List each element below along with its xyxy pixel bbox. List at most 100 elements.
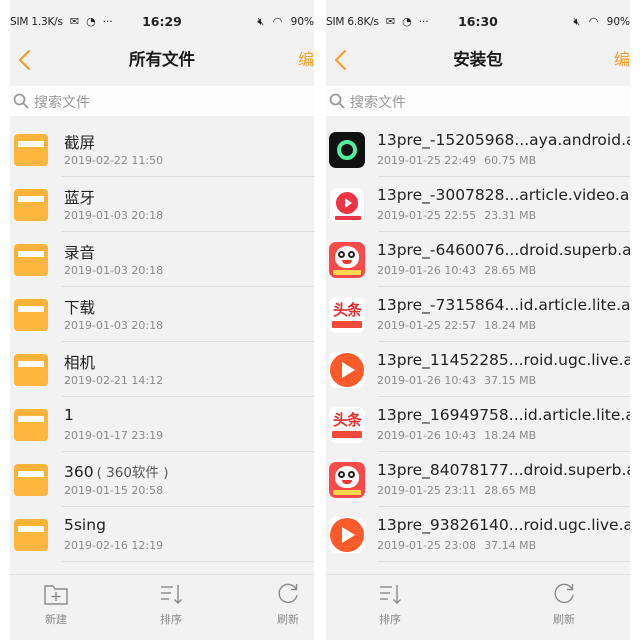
- package-date: 2019-01-26 10:43: [377, 429, 477, 442]
- folder-name: 录音: [64, 244, 96, 262]
- headline-app-icon: 头条: [329, 297, 365, 333]
- new-folder-label: 新建: [45, 613, 67, 626]
- folder-alias: ( 360软件 ): [96, 465, 169, 481]
- folder-name: 下载: [64, 299, 96, 317]
- package-size: 18.24 MB: [484, 429, 537, 442]
- folder-date: 2019-02-21 14:12: [64, 374, 164, 387]
- sort-label: 排序: [160, 613, 182, 626]
- list-item[interactable]: 13pre_11452285...roid.ugc.live.apk 2019-…: [326, 342, 630, 397]
- battery-level: 90%: [290, 16, 314, 28]
- sort-icon: [380, 585, 401, 604]
- list-item[interactable]: 360( 360软件 ) 2019-01-15 20:58: [10, 452, 314, 507]
- refresh-label: 刷新: [277, 613, 299, 626]
- search-icon: [13, 93, 29, 109]
- list-item[interactable]: 截屏 2019-02-22 11:50: [10, 122, 314, 177]
- title-bar: 所有文件 编: [10, 38, 314, 80]
- list-item[interactable]: 1 2019-01-17 23:19: [10, 397, 314, 452]
- package-name: 13pre_84078177...droid.superb.apk: [377, 461, 630, 479]
- sort-button[interactable]: 排序: [360, 581, 420, 635]
- folder-name: 1: [64, 406, 74, 424]
- folder-icon: [14, 242, 48, 276]
- edit-button[interactable]: 编: [614, 46, 630, 70]
- package-name: 13pre_-7315864...id.article.lite.apk: [377, 296, 630, 314]
- refresh-button[interactable]: 刷新: [258, 581, 314, 635]
- search-placeholder: 搜索文件: [34, 95, 90, 111]
- search-input[interactable]: 搜索文件: [10, 86, 314, 116]
- package-date: 2019-01-26 10:43: [377, 264, 477, 277]
- package-date: 2019-01-25 22:57: [377, 319, 477, 332]
- list-item[interactable]: 13pre_93826140...roid.ugc.live.apk 2019-…: [326, 507, 630, 562]
- list-item[interactable]: 13pre_-3007828...article.video.apk 2019-…: [326, 177, 630, 232]
- flame-play-app-icon: [329, 352, 365, 388]
- headline-app-icon: 头条: [329, 407, 365, 443]
- refresh-icon: [554, 583, 574, 604]
- video-play-app-icon: [329, 187, 365, 223]
- folder-icon: [14, 407, 48, 441]
- folder-icon: [14, 132, 48, 166]
- refresh-button[interactable]: 刷新: [534, 581, 594, 635]
- folder-date: 2019-01-03 20:18: [64, 209, 164, 222]
- package-name: 13pre_11452285...roid.ugc.live.apk: [377, 351, 630, 369]
- folder-date: 2019-01-03 20:18: [64, 319, 164, 332]
- folder-name: 相机: [64, 354, 96, 372]
- package-size: 60.75 MB: [484, 154, 537, 167]
- folder-name: 360: [64, 463, 94, 481]
- folder-list: 截屏 2019-02-22 11:50 蓝牙 2019-01-03 20:18 …: [10, 122, 314, 562]
- cartoon-face-app-icon: [329, 462, 365, 498]
- folder-date: 2019-01-15 20:58: [64, 484, 164, 497]
- list-item[interactable]: 蓝牙 2019-01-03 20:18: [10, 177, 314, 232]
- bottom-toolbar: 排序 刷新: [326, 574, 630, 640]
- list-item[interactable]: 头条 13pre_-7315864...id.article.lite.apk …: [326, 287, 630, 342]
- package-name: 13pre_93826140...roid.ugc.live.apk: [377, 516, 630, 534]
- edit-button[interactable]: 编: [298, 46, 314, 70]
- list-item[interactable]: 头条 13pre_16949758...id.article.lite.apk …: [326, 397, 630, 452]
- folder-icon: [14, 187, 48, 221]
- sort-label: 排序: [379, 613, 401, 626]
- refresh-label: 刷新: [553, 613, 575, 626]
- search-placeholder: 搜索文件: [350, 95, 406, 111]
- package-size: 23.31 MB: [484, 209, 537, 222]
- list-item[interactable]: 13pre_-15205968...aya.android.apk 2019-0…: [326, 122, 630, 177]
- folder-name: 截屏: [64, 134, 96, 152]
- search-icon: [329, 93, 345, 109]
- wifi-icon: ◠: [272, 15, 283, 28]
- list-item[interactable]: 13pre_84078177...droid.superb.apk 2019-0…: [326, 452, 630, 507]
- package-name: 13pre_16949758...id.article.lite.apk: [377, 406, 630, 424]
- bottom-toolbar: 新建 排序 刷新: [10, 574, 314, 640]
- refresh-icon: [278, 583, 298, 604]
- install-packages-screen: SIM 6.8K/s ✉ ◔ ··· 16:30 🔇︎ ◠ 90% 安装包 编 …: [326, 0, 630, 640]
- battery-level: 90%: [606, 16, 630, 28]
- folder-icon: [14, 352, 48, 386]
- mute-icon: 🔇︎: [573, 15, 581, 28]
- package-name: 13pre_-3007828...article.video.apk: [377, 186, 630, 204]
- folder-icon: [14, 517, 48, 551]
- list-item[interactable]: 下载 2019-01-03 20:18: [10, 287, 314, 342]
- status-bar: SIM 1.3K/s ✉ ◔ ··· 16:29 🔇︎ ◠ 90%: [10, 0, 314, 38]
- package-date: 2019-01-25 22:55: [377, 209, 477, 222]
- wifi-icon: ◠: [588, 15, 599, 28]
- dark-ring-app-icon: [329, 132, 365, 168]
- page-title: 所有文件: [129, 50, 195, 69]
- flame-play-app-icon: [329, 517, 365, 553]
- package-size: 37.14 MB: [484, 539, 537, 552]
- package-date: 2019-01-25 23:08: [377, 539, 477, 552]
- package-date: 2019-01-26 10:43: [377, 374, 477, 387]
- mute-icon: 🔇︎: [257, 15, 265, 28]
- folder-name: 蓝牙: [64, 189, 96, 207]
- package-name: 13pre_-6460076...droid.superb.apk: [377, 241, 630, 259]
- sort-button[interactable]: 排序: [141, 581, 201, 635]
- list-item[interactable]: 5sing 2019-02-16 12:19: [10, 507, 314, 562]
- list-item[interactable]: 13pre_-6460076...droid.superb.apk 2019-0…: [326, 232, 630, 287]
- list-item[interactable]: 录音 2019-01-03 20:18: [10, 232, 314, 287]
- package-date: 2019-01-25 23:11: [377, 484, 477, 497]
- package-date: 2019-01-25 22:49: [377, 154, 477, 167]
- package-size: 28.65 MB: [484, 264, 537, 277]
- folder-name: 5sing: [64, 516, 106, 534]
- all-files-screen: SIM 1.3K/s ✉ ◔ ··· 16:29 🔇︎ ◠ 90% 所有文件 编…: [10, 0, 314, 640]
- folder-date: 2019-02-22 11:50: [64, 154, 164, 167]
- search-input[interactable]: 搜索文件: [326, 86, 630, 116]
- new-folder-button[interactable]: 新建: [26, 581, 86, 635]
- list-item[interactable]: 相机 2019-02-21 14:12: [10, 342, 314, 397]
- folder-date: 2019-02-16 12:19: [64, 539, 164, 552]
- cartoon-face-app-icon: [329, 242, 365, 278]
